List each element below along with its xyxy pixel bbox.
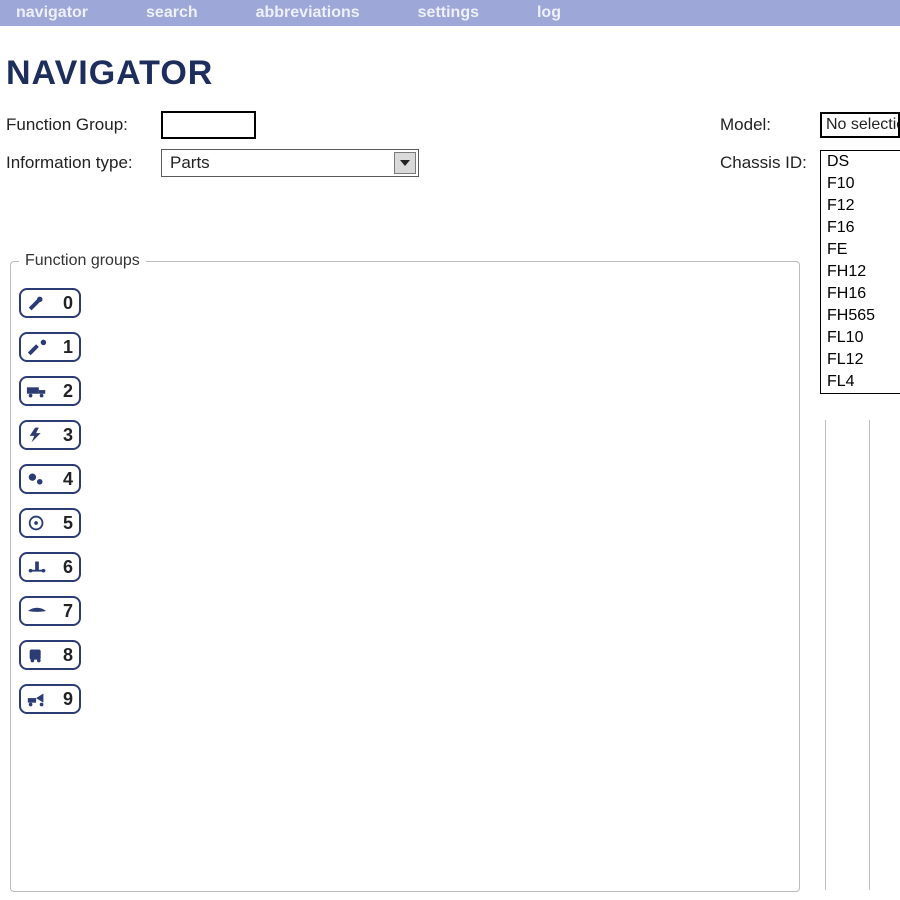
axle-icon <box>26 558 48 576</box>
page-title: NAVIGATOR <box>6 54 900 93</box>
wrench-icon <box>26 294 48 312</box>
model-option[interactable]: FL10 <box>821 327 900 349</box>
model-option[interactable]: DS <box>821 151 900 173</box>
nav-search[interactable]: search <box>146 4 198 22</box>
model-option[interactable]: F12 <box>821 195 900 217</box>
function-groups-legend: Function groups <box>19 252 146 270</box>
wing-icon <box>26 602 48 620</box>
top-nav: navigator search abbreviations settings … <box>0 0 900 26</box>
information-type-value: Parts <box>170 153 210 173</box>
model-dropdown[interactable]: DS F10 F12 F16 FE FH12 FH16 FH565 FL10 F… <box>820 150 900 394</box>
model-option[interactable]: FH565 <box>821 305 900 327</box>
model-option[interactable]: FH12 <box>821 261 900 283</box>
model-select[interactable]: No selectio <box>820 112 900 138</box>
function-group-1[interactable]: 1 <box>19 332 81 362</box>
function-group-4[interactable]: 4 <box>19 464 81 494</box>
nav-abbreviations[interactable]: abbreviations <box>256 4 360 22</box>
nav-settings[interactable]: settings <box>418 4 479 22</box>
cab-icon <box>26 646 48 664</box>
function-group-number: 9 <box>63 689 73 710</box>
model-option[interactable]: F16 <box>821 217 900 239</box>
model-option[interactable]: FE <box>821 239 900 261</box>
function-group-number: 6 <box>63 557 73 578</box>
function-groups-panel: Function groups 0 1 2 3 4 5 6 <box>10 252 800 892</box>
disc-icon <box>26 514 48 532</box>
truck-icon <box>26 382 48 400</box>
chevron-down-icon[interactable] <box>394 152 416 174</box>
function-group-number: 5 <box>63 513 73 534</box>
gears-icon <box>26 470 48 488</box>
function-group-0[interactable]: 0 <box>19 288 81 318</box>
function-group-number: 3 <box>63 425 73 446</box>
function-group-label: Function Group: <box>6 115 161 135</box>
function-group-6[interactable]: 6 <box>19 552 81 582</box>
function-group-number: 7 <box>63 601 73 622</box>
function-group-2[interactable]: 2 <box>19 376 81 406</box>
spanner-bolt-icon <box>26 338 48 356</box>
function-group-number: 2 <box>63 381 73 402</box>
tow-truck-icon <box>26 690 48 708</box>
nav-navigator[interactable]: navigator <box>16 4 88 22</box>
function-group-number: 8 <box>63 645 73 666</box>
information-type-select[interactable]: Parts <box>161 149 419 177</box>
information-type-label: Information type: <box>6 153 161 173</box>
model-option[interactable]: F10 <box>821 173 900 195</box>
function-group-3[interactable]: 3 <box>19 420 81 450</box>
bolt-icon <box>26 426 48 444</box>
model-label: Model: <box>720 115 820 135</box>
function-group-input[interactable] <box>161 111 256 139</box>
function-group-5[interactable]: 5 <box>19 508 81 538</box>
chassis-id-label: Chassis ID: <box>720 153 820 173</box>
model-option[interactable]: FH16 <box>821 283 900 305</box>
nav-log[interactable]: log <box>537 4 561 22</box>
function-group-number: 0 <box>63 293 73 314</box>
divider <box>825 420 826 890</box>
function-group-number: 4 <box>63 469 73 490</box>
function-group-number: 1 <box>63 337 73 358</box>
function-group-8[interactable]: 8 <box>19 640 81 670</box>
function-group-7[interactable]: 7 <box>19 596 81 626</box>
divider <box>869 420 870 890</box>
model-option[interactable]: FL4 <box>821 371 900 393</box>
model-option[interactable]: FL12 <box>821 349 900 371</box>
function-group-9[interactable]: 9 <box>19 684 81 714</box>
